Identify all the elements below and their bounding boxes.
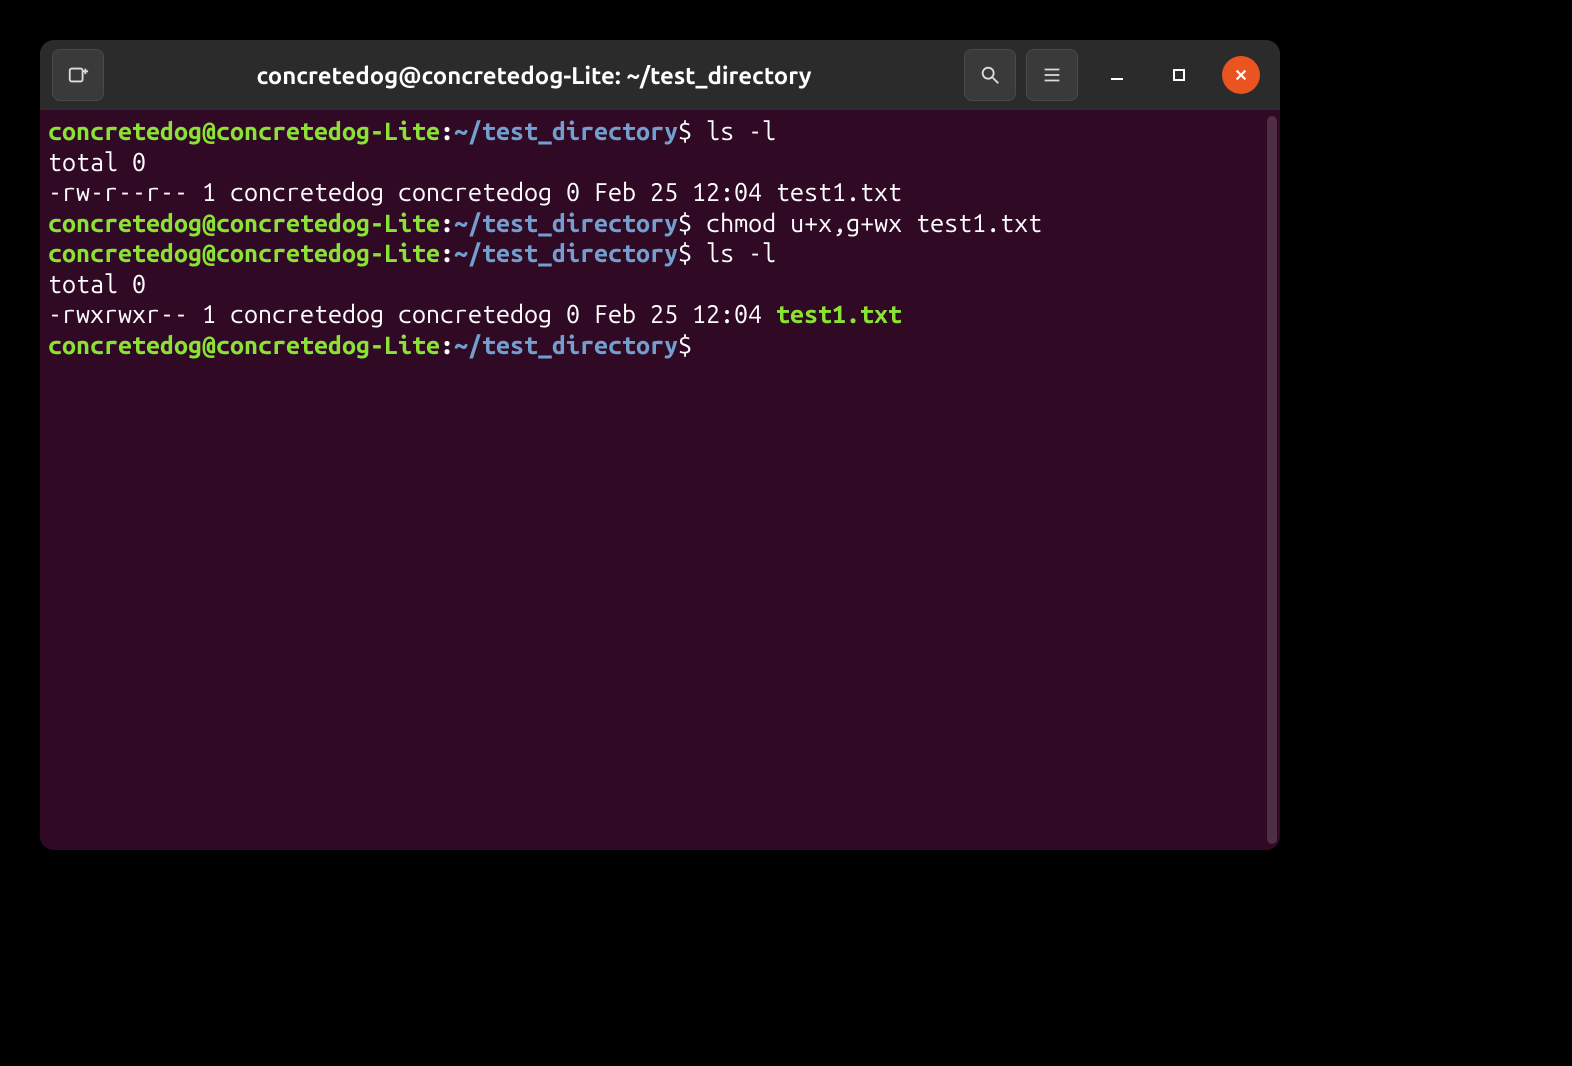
prompt-path: ~/test_directory [454,239,678,267]
terminal-line: total 0 [48,269,1272,300]
new-tab-button[interactable] [52,49,104,101]
prompt-colon: : [440,209,454,237]
prompt-user-host: concretedog@concretedog-Lite [48,117,440,145]
prompt-path: ~/test_directory [454,209,678,237]
prompt-colon: : [440,331,454,359]
prompt-colon: : [440,239,454,267]
prompt-symbol: $ [678,331,692,359]
terminal-line: -rwxrwxr-- 1 concretedog concretedog 0 F… [48,299,1272,330]
terminal-line: concretedog@concretedog-Lite:~/test_dire… [48,208,1272,239]
command-text: ls -l [692,239,776,267]
prompt-symbol: $ [678,209,692,237]
minimize-button[interactable] [1098,56,1136,94]
terminal-line: concretedog@concretedog-Lite:~/test_dire… [48,116,1272,147]
window-title: concretedog@concretedog-Lite: ~/test_dir… [114,62,954,89]
terminal-output-area[interactable]: concretedog@concretedog-Lite:~/test_dire… [40,110,1280,850]
executable-filename: test1.txt [776,300,902,328]
terminal-line: concretedog@concretedog-Lite:~/test_dire… [48,330,1272,361]
maximize-button[interactable] [1160,56,1198,94]
prompt-user-host: concretedog@concretedog-Lite [48,209,440,237]
close-button[interactable] [1222,56,1260,94]
scrollbar[interactable] [1267,116,1277,844]
terminal-window: concretedog@concretedog-Lite: ~/test_dir… [40,40,1280,850]
command-text [692,331,706,359]
command-text: ls -l [692,117,776,145]
command-text: chmod u+x,g+wx test1.txt [692,209,1042,237]
prompt-symbol: $ [678,239,692,267]
terminal-line: total 0 [48,147,1272,178]
prompt-symbol: $ [678,117,692,145]
terminal-line: concretedog@concretedog-Lite:~/test_dire… [48,238,1272,269]
hamburger-menu-button[interactable] [1026,49,1078,101]
prompt-user-host: concretedog@concretedog-Lite [48,331,440,359]
prompt-path: ~/test_directory [454,117,678,145]
prompt-colon: : [440,117,454,145]
prompt-user-host: concretedog@concretedog-Lite [48,239,440,267]
titlebar: concretedog@concretedog-Lite: ~/test_dir… [40,40,1280,110]
ls-entry-prefix: -rwxrwxr-- 1 concretedog concretedog 0 F… [48,300,776,328]
terminal-line: -rw-r--r-- 1 concretedog concretedog 0 F… [48,177,1272,208]
search-button[interactable] [964,49,1016,101]
window-controls [1098,56,1260,94]
prompt-path: ~/test_directory [454,331,678,359]
